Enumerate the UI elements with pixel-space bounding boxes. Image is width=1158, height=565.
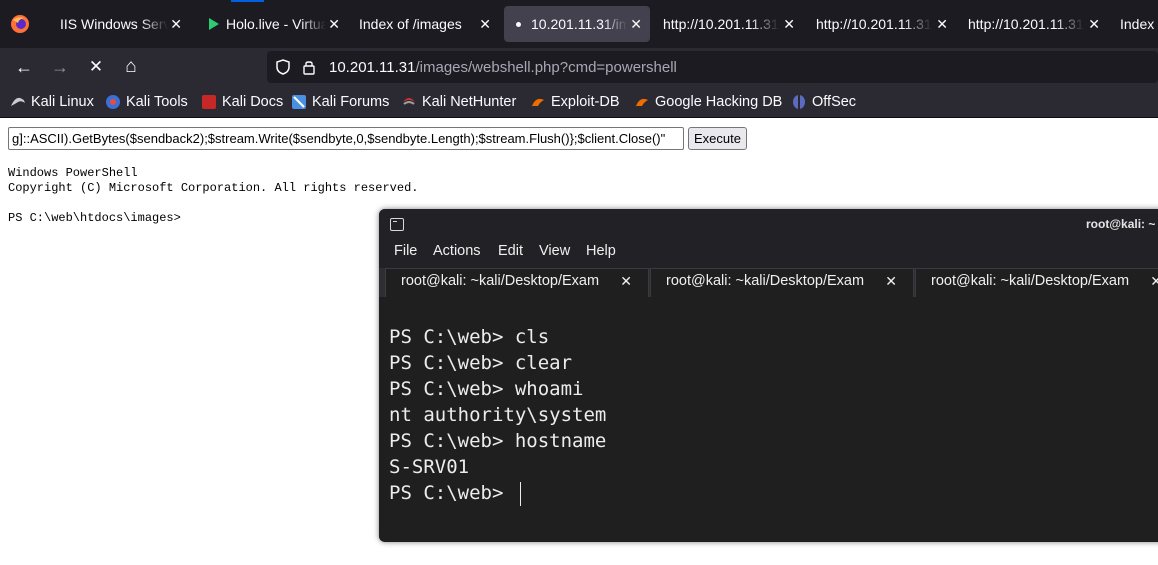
tab-close-icon[interactable]: ✕: [328, 16, 340, 33]
tab-close-icon[interactable]: ✕: [783, 16, 795, 33]
tab-holo-live[interactable]: Holo.live - Virtual ✕: [208, 6, 348, 42]
loading-dot-icon: [516, 21, 521, 27]
url-text[interactable]: 10.201.11.31/images/webshell.php?cmd=pow…: [329, 59, 677, 76]
terminal-icon: [390, 218, 404, 231]
nethunter-icon: [403, 98, 415, 105]
kali-tools-icon: [106, 95, 120, 109]
tab-title: 10.201.11.31/images: [531, 16, 627, 32]
browser-tab-strip: IIS Windows Server ✕ Holo.live - Virtual…: [0, 0, 1158, 48]
tab-close-icon[interactable]: ✕: [479, 16, 491, 33]
tab-index-of-images[interactable]: Index of /images ✕: [359, 6, 499, 42]
terminal-tab-label: root@kali: ~kali/Desktop/Exam: [931, 273, 1130, 289]
output-line-title: Windows PowerShell: [8, 166, 138, 180]
bookmark-label: Exploit-DB: [551, 94, 620, 110]
kali-dragon-icon: [11, 97, 25, 106]
tab-title: Index: [1120, 16, 1155, 32]
iis-icon: [42, 18, 54, 30]
bookmark-label: Google Hacking DB: [655, 94, 783, 110]
terminal-window[interactable]: root@kali: ~ File Actions Edit View Help…: [379, 209, 1158, 542]
output-line-prompt: PS C:\web\htdocs\images>: [8, 211, 181, 225]
terminal-tab-label: root@kali: ~kali/Desktop/Exam: [666, 273, 865, 289]
bookmark-label: Kali Tools: [126, 94, 188, 110]
tab-http-1[interactable]: http://10.201.11.31 ✕: [663, 6, 803, 42]
kali-docs-icon: [202, 95, 216, 109]
bookmark-kali-forums[interactable]: Kali Forums: [291, 94, 389, 110]
tab-title: http://10.201.11.31: [663, 16, 779, 32]
exploit-db-icon: [532, 98, 544, 106]
firefox-icon[interactable]: [10, 14, 30, 34]
forward-button[interactable]: →: [49, 56, 71, 78]
tab-title: Holo.live - Virtual: [226, 16, 326, 32]
terminal-titlebar[interactable]: root@kali: ~: [379, 209, 1158, 240]
tab-close-icon[interactable]: ✕: [630, 16, 642, 33]
bookmark-offsec[interactable]: OffSec: [791, 94, 856, 110]
terminal-tab-close-icon[interactable]: ✕: [885, 273, 897, 290]
menu-actions[interactable]: Actions: [433, 243, 481, 259]
bookmark-label: Kali Docs: [222, 94, 284, 110]
stop-button[interactable]: ✕: [85, 56, 107, 78]
page-info-icon[interactable]: [301, 59, 317, 75]
terminal-line: PS C:\web> clear: [389, 352, 573, 374]
tab-index-partial[interactable]: Index: [1120, 6, 1158, 42]
terminal-cursor: [520, 482, 521, 506]
back-button[interactable]: ←: [13, 56, 35, 78]
url-path: /images/webshell.php?cmd=powershell: [415, 59, 677, 76]
terminal-tab-label: root@kali: ~kali/Desktop/Exam: [401, 273, 600, 289]
terminal-output[interactable]: PS C:\web> cls PS C:\web> clear PS C:\we…: [379, 297, 1158, 542]
terminal-line: nt authority\system: [389, 404, 607, 426]
home-button[interactable]: ⌂: [120, 56, 142, 78]
execute-button[interactable]: Execute: [688, 127, 747, 150]
terminal-menubar: File Actions Edit View Help: [379, 240, 1158, 268]
bookmark-kali-nethunter[interactable]: Kali NetHunter: [401, 94, 516, 110]
terminal-tab-3[interactable]: root@kali: ~kali/Desktop/Exam ✕: [915, 268, 1158, 297]
terminal-line: S-SRV01: [389, 456, 470, 478]
bookmarks-toolbar: Kali Linux Kali Tools Kali Docs Kali For…: [0, 86, 1158, 118]
menu-view[interactable]: View: [539, 243, 570, 259]
terminal-tab-close-icon[interactable]: ✕: [1150, 273, 1158, 290]
output-line-copyright: Copyright (C) Microsoft Corporation. All…: [8, 181, 419, 195]
ghdb-icon: [636, 98, 648, 106]
tracking-shield-icon[interactable]: [275, 59, 291, 75]
terminal-tab-1[interactable]: root@kali: ~kali/Desktop/Exam ✕: [385, 268, 649, 297]
menu-edit[interactable]: Edit: [498, 243, 523, 259]
terminal-tab-2[interactable]: root@kali: ~kali/Desktop/Exam ✕: [650, 268, 914, 297]
terminal-line: PS C:\web> cls: [389, 326, 550, 348]
terminal-prompt-line: PS C:\web>: [389, 482, 515, 504]
tab-title: http://10.201.11.31: [968, 16, 1084, 32]
tab-close-icon[interactable]: ✕: [936, 16, 948, 33]
terminal-line: PS C:\web> hostname: [389, 430, 607, 452]
url-host: 10.201.11.31: [329, 59, 416, 76]
bookmark-label: Kali Linux: [31, 94, 94, 110]
tab-close-icon[interactable]: ✕: [1088, 16, 1100, 33]
tab-http-3[interactable]: http://10.201.11.31 ✕: [968, 6, 1108, 42]
terminal-title: root@kali: ~: [1086, 217, 1156, 231]
tab-close-icon[interactable]: ✕: [170, 16, 182, 33]
bookmark-kali-linux[interactable]: Kali Linux: [10, 94, 94, 110]
kali-forums-icon: [292, 95, 306, 109]
tab-iis-windows-server[interactable]: IIS Windows Server ✕: [42, 6, 190, 42]
terminal-line: PS C:\web> whoami: [389, 378, 584, 400]
bookmark-label: Kali NetHunter: [422, 94, 517, 110]
bookmark-kali-tools[interactable]: Kali Tools: [105, 94, 188, 110]
bookmark-label: OffSec: [812, 94, 857, 110]
navigation-toolbar: ← → ✕ ⌂ 10.201.11.31/images/webshell.php…: [0, 48, 1158, 86]
bookmark-label: Kali Forums: [312, 94, 390, 110]
menu-help[interactable]: Help: [586, 243, 616, 259]
terminal-tab-bar: root@kali: ~kali/Desktop/Exam ✕ root@kal…: [379, 268, 1158, 297]
bookmark-exploit-db[interactable]: Exploit-DB: [530, 94, 620, 110]
tab-webshell-active[interactable]: 10.201.11.31/images ✕: [504, 6, 650, 42]
play-icon: [209, 18, 219, 30]
tab-http-2[interactable]: http://10.201.11.31 ✕: [816, 6, 956, 42]
tab-title: Index of /images: [359, 16, 462, 32]
tab-title: IIS Windows Server: [60, 16, 168, 32]
menu-file[interactable]: File: [394, 243, 417, 259]
address-bar[interactable]: 10.201.11.31/images/webshell.php?cmd=pow…: [267, 51, 1158, 83]
tab-activity-indicator: [231, 0, 264, 2]
bookmark-google-hacking-db[interactable]: Google Hacking DB: [634, 94, 782, 110]
terminal-tab-close-icon[interactable]: ✕: [620, 273, 632, 290]
tab-title: http://10.201.11.31: [816, 16, 932, 32]
offsec-icon: [793, 95, 805, 109]
bookmark-kali-docs[interactable]: Kali Docs: [201, 94, 283, 110]
command-input[interactable]: [8, 127, 684, 150]
